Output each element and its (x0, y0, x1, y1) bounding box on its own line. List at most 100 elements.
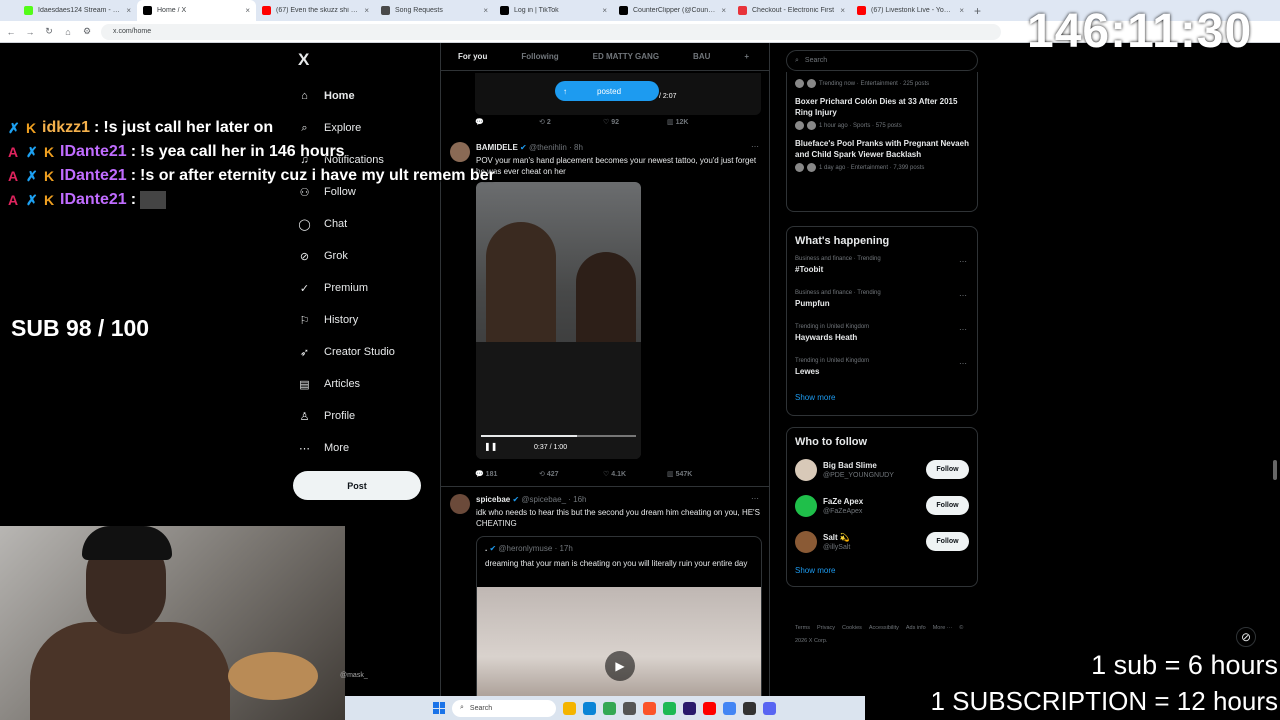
timeline-tab[interactable]: For you (441, 52, 504, 61)
back-icon[interactable]: ← (6, 27, 16, 37)
close-icon[interactable]: × (245, 6, 250, 15)
x-logo[interactable]: X (298, 50, 309, 70)
follow-button[interactable]: Follow (926, 460, 969, 479)
nav-item-chat[interactable]: ◯ Chat (298, 208, 395, 240)
play-icon[interactable]: ▶ (605, 651, 635, 681)
chrome-icon[interactable] (603, 701, 616, 715)
browser-tab[interactable]: CounterClipper (@CounterClip... × (613, 0, 732, 21)
close-icon[interactable]: × (602, 6, 607, 15)
news-item[interactable]: Blueface's Pool Pranks with Pregnant Nev… (787, 134, 977, 176)
news-item[interactable]: Boxer Prichard Colón Dies at 33 After 20… (787, 92, 977, 134)
post-button[interactable]: Post (293, 471, 421, 500)
browser-tab[interactable]: Log in | TikTok × (494, 0, 613, 21)
follow-suggestion[interactable]: Big Bad Slime @PDE_YOUNGNUDY Follow (787, 452, 977, 488)
taskbar-search[interactable]: ⌕ Search (452, 699, 556, 717)
repost-button[interactable]: ⟲ 2 (539, 118, 603, 126)
premiere-icon[interactable] (683, 701, 696, 715)
more-icon[interactable]: ⋯ (959, 257, 967, 266)
news-item[interactable]: Trending now · Entertainment · 225 posts (787, 72, 977, 92)
nav-item-more[interactable]: ⋯ More (298, 432, 395, 464)
windows-start-icon[interactable] (433, 702, 445, 714)
close-icon[interactable]: × (840, 6, 845, 15)
spotify-icon[interactable] (663, 701, 676, 715)
forward-icon[interactable]: → (25, 27, 35, 37)
repost-button[interactable]: ⟲ 427 (539, 470, 603, 478)
browser-tab[interactable]: Idaesdaes124 Stream - Watch Live × (18, 0, 137, 21)
browser-tab[interactable]: Song Requests × (375, 0, 494, 21)
store-icon[interactable] (623, 701, 636, 715)
tweet-author-handle[interactable]: @spicebae_ (521, 495, 566, 504)
nav-item-creator-studio[interactable]: ➶ Creator Studio (298, 336, 395, 368)
footer-link[interactable]: Accessibility (869, 625, 899, 631)
edge-icon[interactable] (583, 701, 596, 715)
search-input[interactable]: ⌕ Search (786, 50, 978, 71)
close-icon[interactable]: × (721, 6, 726, 15)
timeline-tab[interactable]: + (727, 52, 766, 61)
trend-item[interactable]: Business and finance · Trending #Toobit ⋯ (787, 251, 977, 285)
grok-floating-icon[interactable]: ⊘ (1236, 627, 1256, 647)
posted-pill-button[interactable]: ↑ posted (555, 81, 659, 101)
trend-item[interactable]: Trending in United Kingdom Haywards Heath… (787, 319, 977, 353)
reload-icon[interactable]: ↻ (44, 26, 54, 37)
close-icon[interactable]: × (959, 6, 964, 15)
tweet-time[interactable]: · 16h (568, 495, 586, 504)
avatar[interactable] (795, 531, 817, 553)
pause-icon[interactable]: ❚❚ (484, 442, 497, 451)
nav-item-premium[interactable]: ✓ Premium (298, 272, 395, 304)
like-button[interactable]: ♡ 92 (603, 118, 667, 126)
footer-link[interactable]: Privacy (817, 625, 835, 631)
follow-button[interactable]: Follow (926, 496, 969, 515)
tweet-time[interactable]: · 8h (569, 143, 583, 152)
nav-item-articles[interactable]: ▤ Articles (298, 368, 395, 400)
video-progress-bar[interactable] (481, 435, 636, 437)
like-button[interactable]: ♡ 4.1K (603, 470, 667, 478)
avatar[interactable] (450, 494, 470, 514)
youtube-icon[interactable] (703, 701, 716, 715)
reply-button[interactable]: 💬 181 (475, 470, 539, 478)
brave-icon[interactable] (643, 701, 656, 715)
footer-link[interactable]: Cookies (842, 625, 862, 631)
tweet-video[interactable]: ❚❚ 0:37 / 1:00 (476, 182, 641, 459)
discord-icon[interactable] (763, 701, 776, 715)
tweet-author-name[interactable]: spicebae (476, 495, 510, 504)
nav-item-home[interactable]: ⌂ Home (298, 80, 395, 112)
quote-tweet[interactable]: . ✔ @heronlymuse · 17h dreaming that you… (476, 536, 762, 720)
avatar[interactable] (795, 459, 817, 481)
timeline-tab[interactable]: ED MATTY GANG (576, 52, 676, 61)
site-info-icon[interactable]: ⚙ (82, 26, 92, 37)
timeline-tab[interactable]: Following (504, 52, 575, 61)
close-icon[interactable]: × (364, 6, 369, 15)
browser-tab[interactable]: (67) Even the skuzz shi goin × (256, 0, 375, 21)
show-more-link[interactable]: Show more (787, 387, 977, 410)
footer-link[interactable]: Terms (795, 625, 810, 631)
more-icon[interactable]: ⋯ (751, 494, 759, 503)
views-button[interactable]: ▥ 12K (667, 118, 731, 126)
url-field[interactable]: x.com/home (101, 23, 1001, 40)
browser-tab[interactable]: (67) Livestonk Live - YouTube × (851, 0, 970, 21)
browser-tab[interactable]: Checkout - Electronic First × (732, 0, 851, 21)
close-icon[interactable]: × (126, 6, 131, 15)
tweet-author-handle[interactable]: @thenihlin (529, 143, 567, 152)
nav-item-profile[interactable]: ♙ Profile (298, 400, 395, 432)
show-more-link[interactable]: Show more (787, 560, 977, 583)
file-explorer-icon[interactable] (563, 701, 576, 715)
close-icon[interactable]: × (483, 6, 488, 15)
views-button[interactable]: ▥ 547K (667, 470, 731, 478)
follow-suggestion[interactable]: Salt 💫 @illySalt Follow (787, 524, 977, 560)
follow-suggestion[interactable]: FaZe Apex @FaZeApex Follow (787, 488, 977, 524)
avatar[interactable] (795, 495, 817, 517)
nav-item-history[interactable]: ⚐ History (298, 304, 395, 336)
browser-tab[interactable]: Home / X × (137, 0, 256, 21)
scrollbar[interactable] (1273, 460, 1277, 480)
footer-link[interactable]: Ads info (906, 625, 926, 631)
more-icon[interactable]: ⋯ (751, 142, 759, 151)
home-browser-icon[interactable]: ⌂ (63, 27, 73, 37)
more-icon[interactable]: ⋯ (959, 291, 967, 300)
more-icon[interactable]: ⋯ (959, 359, 967, 368)
more-icon[interactable]: ⋯ (959, 325, 967, 334)
new-tab-button[interactable]: + (974, 4, 981, 18)
chrome-alt-icon[interactable] (723, 701, 736, 715)
trend-item[interactable]: Trending in United Kingdom Lewes ⋯ (787, 353, 977, 387)
footer-link[interactable]: More ··· (933, 625, 953, 631)
follow-button[interactable]: Follow (926, 532, 969, 551)
